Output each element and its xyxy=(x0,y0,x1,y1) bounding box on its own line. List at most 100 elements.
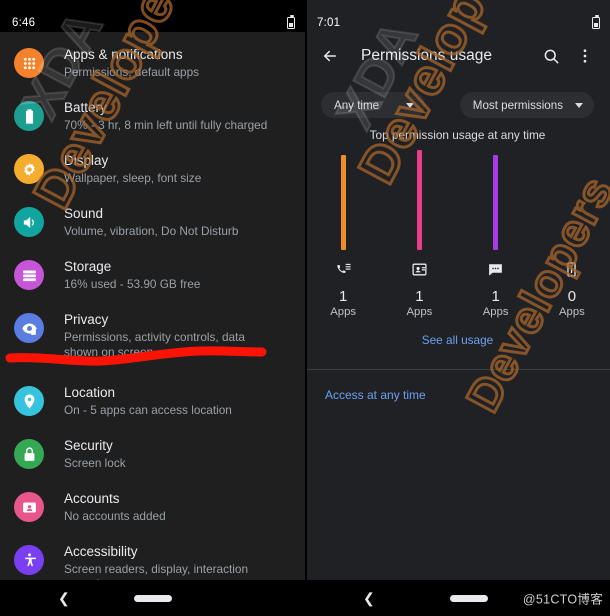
chart-value-unit: Apps xyxy=(482,306,509,318)
contacts-card-icon xyxy=(411,258,428,280)
chart-value-unit: Apps xyxy=(406,306,433,318)
row-title: Location xyxy=(64,385,116,400)
device-info-icon xyxy=(563,258,580,280)
status-clock: 7:01 xyxy=(317,17,341,29)
row-title: Display xyxy=(64,153,109,168)
settings-list: Apps & notifications Permissions, defaul… xyxy=(0,32,305,601)
see-all-usage-label: See all usage xyxy=(421,333,494,347)
row-subtitle: Screen lock xyxy=(64,456,126,470)
row-subtitle: 70% - 3 hr, 8 min left until fully charg… xyxy=(64,118,268,132)
dual-screenshot-container: Bluetooth, NFC 6:46 Apps & notifications… xyxy=(0,0,610,616)
nav-bar-right: ❮ @51CTO博客 xyxy=(305,580,610,616)
settings-row-text: Accounts No accounts added xyxy=(64,489,166,524)
chevron-down-icon xyxy=(406,102,414,108)
status-bar-right: 7:01 xyxy=(305,0,610,32)
settings-row-apps[interactable]: Apps & notifications Permissions, defaul… xyxy=(0,36,305,89)
chart-title: Top permission usage at any time xyxy=(369,128,546,142)
speaker-icon xyxy=(14,207,44,237)
battery-icon xyxy=(14,101,44,131)
app-bar: Permissions usage xyxy=(305,32,610,80)
brightness-icon xyxy=(14,154,44,184)
time-filter-dropdown[interactable]: Any time xyxy=(321,92,425,118)
row-title: Privacy xyxy=(64,312,109,327)
row-subtitle: On - 5 apps can access location xyxy=(64,403,232,417)
settings-row-display[interactable]: Display Wallpaper, sleep, font size xyxy=(0,142,305,195)
settings-row-security[interactable]: Security Screen lock xyxy=(0,427,305,480)
sort-filter-dropdown[interactable]: Most permissions xyxy=(459,92,594,118)
phone-log-icon xyxy=(335,258,352,280)
page-title: Permissions usage xyxy=(361,47,492,64)
filter-chips: Any time Most permissions xyxy=(305,80,610,124)
chart-category-sms[interactable]: 1 Apps xyxy=(458,258,534,318)
panel-divider xyxy=(305,0,307,616)
row-title: Battery xyxy=(64,100,107,115)
chart-category-device[interactable]: 0 Apps xyxy=(534,258,610,318)
row-title: Accounts xyxy=(64,491,120,506)
chart-value-unit: Apps xyxy=(330,306,356,318)
storage-icon xyxy=(14,260,44,290)
bar-phone xyxy=(340,155,346,250)
bar-sms xyxy=(493,155,499,250)
settings-row-privacy[interactable]: Privacy Permissions, activity controls, … xyxy=(0,301,305,369)
settings-row-text: Privacy Permissions, activity controls, … xyxy=(64,310,279,360)
chart-value: 0 xyxy=(567,288,577,305)
back-chevron-icon[interactable]: ❮ xyxy=(58,591,70,605)
row-subtitle: No accounts added xyxy=(64,509,166,523)
settings-row-location[interactable]: Location On - 5 apps can access location xyxy=(0,369,305,427)
row-subtitle: Permissions, default apps xyxy=(64,65,200,79)
settings-row-text: Location On - 5 apps can access location xyxy=(64,383,232,418)
row-subtitle: 16% used - 53.90 GB free xyxy=(64,277,201,291)
sort-filter-label: Most permissions xyxy=(472,98,563,112)
chart-category-phone[interactable]: 1 Apps xyxy=(305,258,381,318)
permission-usage-chart: Top permission usage at any time 1 Apps … xyxy=(305,124,610,359)
bar-column xyxy=(458,150,534,250)
chart-value: 1 xyxy=(415,288,424,305)
row-title: Security xyxy=(64,438,113,453)
sms-bubble-icon xyxy=(487,258,504,280)
chevron-down-icon xyxy=(575,102,583,108)
home-pill-icon[interactable] xyxy=(133,594,172,602)
back-arrow-icon[interactable] xyxy=(313,39,347,73)
account-card-icon xyxy=(14,492,44,522)
access-at-any-time-label: Access at any time xyxy=(325,388,426,402)
access-at-any-time-link[interactable]: Access at any time xyxy=(305,370,610,420)
battery-charging-icon xyxy=(592,15,600,29)
chart-labels: 1 Apps 1 Apps 1 Apps 0 Apps xyxy=(305,258,610,318)
eye-lock-icon xyxy=(14,313,44,343)
see-all-usage-link[interactable]: See all usage xyxy=(305,331,610,349)
settings-row-storage[interactable]: Storage 16% used - 53.90 GB free xyxy=(0,248,305,301)
bar-column xyxy=(381,150,457,250)
chart-value-unit: Apps xyxy=(559,306,585,318)
settings-row-text: Storage 16% used - 53.90 GB free xyxy=(64,257,200,292)
settings-row-text: Battery 70% - 3 hr, 8 min left until ful… xyxy=(64,98,267,133)
row-title: Accessibility xyxy=(64,544,138,559)
chart-value: 1 xyxy=(491,288,500,305)
site-watermark: @51CTO博客 xyxy=(522,592,603,607)
accessibility-icon xyxy=(14,545,44,575)
row-title: Sound xyxy=(64,206,104,221)
bar-column xyxy=(534,150,610,250)
apps-grid-icon xyxy=(14,48,44,78)
settings-row-battery[interactable]: Battery 70% - 3 hr, 8 min left until ful… xyxy=(0,89,305,142)
more-vert-icon[interactable] xyxy=(568,39,602,73)
settings-row-text: Sound Volume, vibration, Do Not Disturb xyxy=(64,204,238,239)
time-filter-label: Any time xyxy=(334,98,380,112)
settings-row-sound[interactable]: Sound Volume, vibration, Do Not Disturb xyxy=(0,195,305,248)
search-icon[interactable] xyxy=(534,39,568,73)
lock-icon xyxy=(14,439,44,469)
chart-value: 1 xyxy=(338,288,348,305)
row-subtitle: Wallpaper, sleep, font size xyxy=(64,171,202,185)
status-clock: 6:46 xyxy=(12,17,36,29)
status-bar-left: 6:46 xyxy=(0,0,305,32)
settings-row-text: Security Screen lock xyxy=(64,436,126,471)
home-pill-icon[interactable] xyxy=(450,594,488,602)
settings-row-text: Display Wallpaper, sleep, font size xyxy=(64,151,201,186)
battery-charging-icon xyxy=(287,15,295,29)
settings-row-text: Apps & notifications Permissions, defaul… xyxy=(64,45,199,80)
chart-category-contacts[interactable]: 1 Apps xyxy=(381,258,457,318)
back-chevron-icon[interactable]: ❮ xyxy=(363,591,375,605)
location-pin-icon xyxy=(14,386,44,416)
row-title: Apps & notifications xyxy=(64,47,183,62)
settings-row-accounts[interactable]: Accounts No accounts added xyxy=(0,480,305,533)
permissions-usage-screen: 7:01 Permissions usage Any time Most per… xyxy=(305,0,610,616)
